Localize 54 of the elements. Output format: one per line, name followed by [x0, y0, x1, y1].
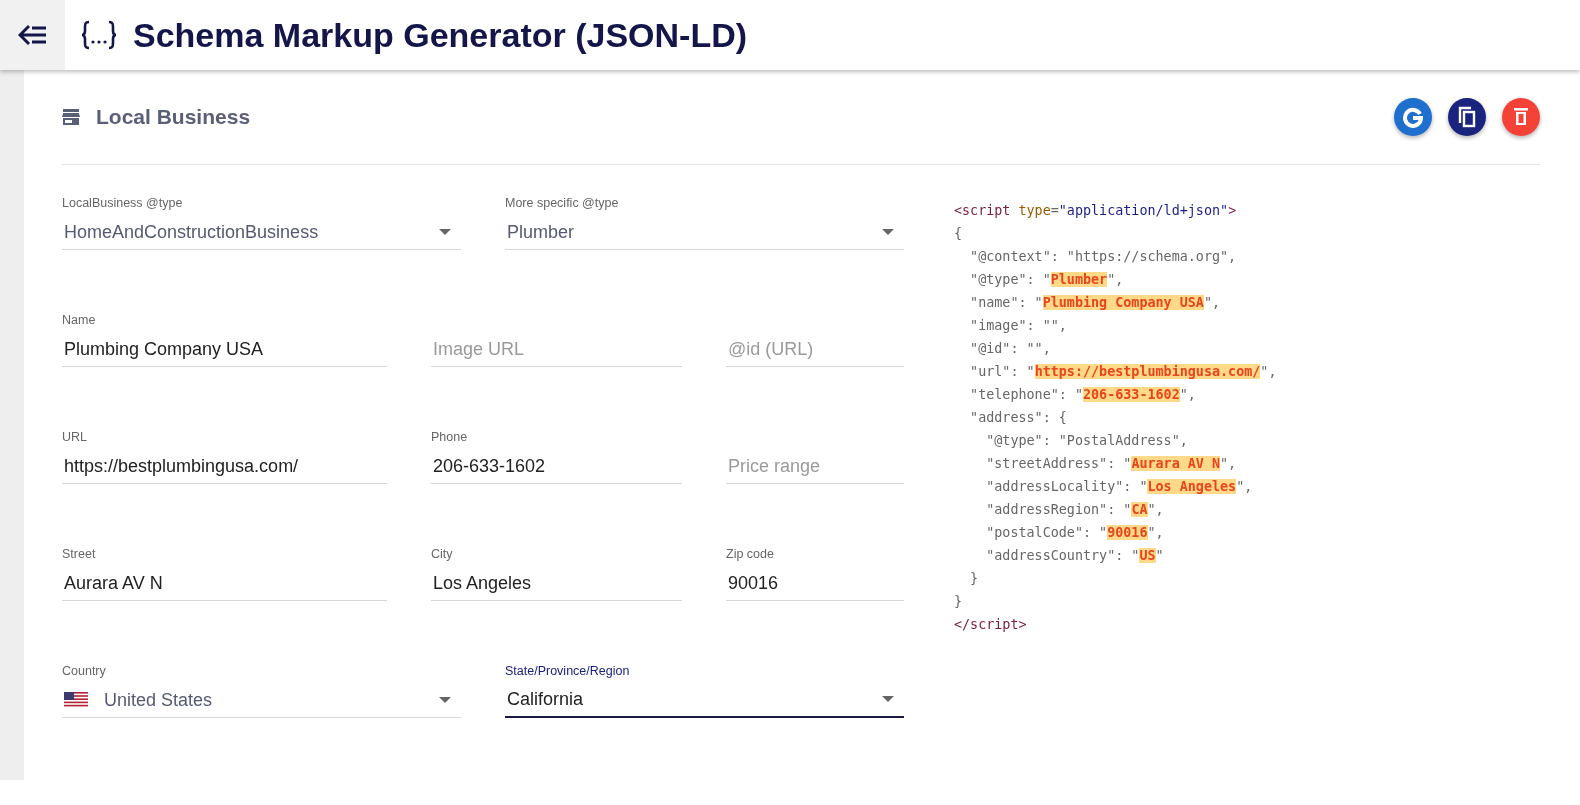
input-field[interactable]: 90016 [726, 566, 904, 601]
field-label: Street [62, 546, 97, 562]
field-label: City [431, 546, 454, 562]
caret-icon [439, 228, 451, 236]
google-icon [1402, 106, 1424, 128]
code-line: "url": "https://bestplumbingusa.com/", [969, 363, 1277, 381]
dropdown-field[interactable]: HomeAndConstructionBusiness [62, 215, 461, 250]
code-line: "telephone": "206-633-1602", [969, 386, 1197, 404]
dropdown-field[interactable]: California [505, 683, 904, 718]
page-title: Schema Markup Generator (JSON-LD) [133, 14, 748, 56]
copy-button[interactable] [1448, 98, 1486, 136]
google-button[interactable] [1394, 98, 1432, 136]
caret-icon [439, 696, 451, 704]
code-line: { [954, 225, 964, 243]
input-field[interactable]: Plumbing Company USA [62, 332, 387, 367]
dropdown-field[interactable]: Plumber [505, 215, 904, 250]
field-label: Phone [431, 429, 469, 445]
code-line: "streetAddress": "Aurara AV N", [985, 455, 1238, 473]
code-line: "@type": "Plumber", [969, 271, 1125, 289]
input-field[interactable]: Aurara AV N [62, 566, 387, 601]
code-line: <script type="application/ld+json"> [954, 202, 1238, 220]
code-line: "@context": "https://schema.org", [969, 248, 1238, 266]
code-line: "addressLocality": "Los Angeles", [985, 478, 1254, 496]
back-button[interactable] [0, 0, 65, 70]
field-label: URL [62, 429, 88, 445]
field-label: State/Province/Region [505, 663, 631, 679]
delete-button[interactable] [1502, 98, 1540, 136]
code-line: } [969, 570, 980, 588]
code-line: "@id": "", [969, 340, 1052, 358]
input-field[interactable]: https://bestplumbingusa.com/ [62, 449, 387, 484]
field-label: More specific @type [505, 195, 620, 211]
section-title: Local Business [96, 104, 251, 131]
braces-icon [81, 20, 117, 50]
back-arrow-icon [17, 24, 48, 46]
field-label: Zip code [726, 546, 775, 562]
code-line: </script> [954, 616, 1028, 634]
input-field[interactable]: Los Angeles [431, 566, 682, 601]
input-field[interactable]: 206-633-1602 [431, 449, 682, 484]
caret-icon [882, 696, 894, 703]
code-line: "address": { [969, 409, 1068, 427]
copy-icon [1457, 106, 1477, 128]
field-label: LocalBusiness @type [62, 195, 184, 211]
flag-icon [64, 692, 88, 708]
code-line: "postalCode": "90016", [985, 524, 1165, 542]
field-label: Name [62, 312, 97, 328]
trash-icon [1512, 106, 1530, 128]
caret-icon [882, 228, 894, 236]
code-line: "image": "", [969, 317, 1068, 335]
code-line: "@type": "PostalAddress", [985, 432, 1189, 450]
code-line: } [954, 593, 964, 611]
field-label: Country [62, 663, 107, 679]
store-icon [62, 109, 80, 125]
code-line: "addressCountry": "US" [985, 547, 1165, 565]
dropdown-field[interactable]: United States [62, 683, 461, 718]
